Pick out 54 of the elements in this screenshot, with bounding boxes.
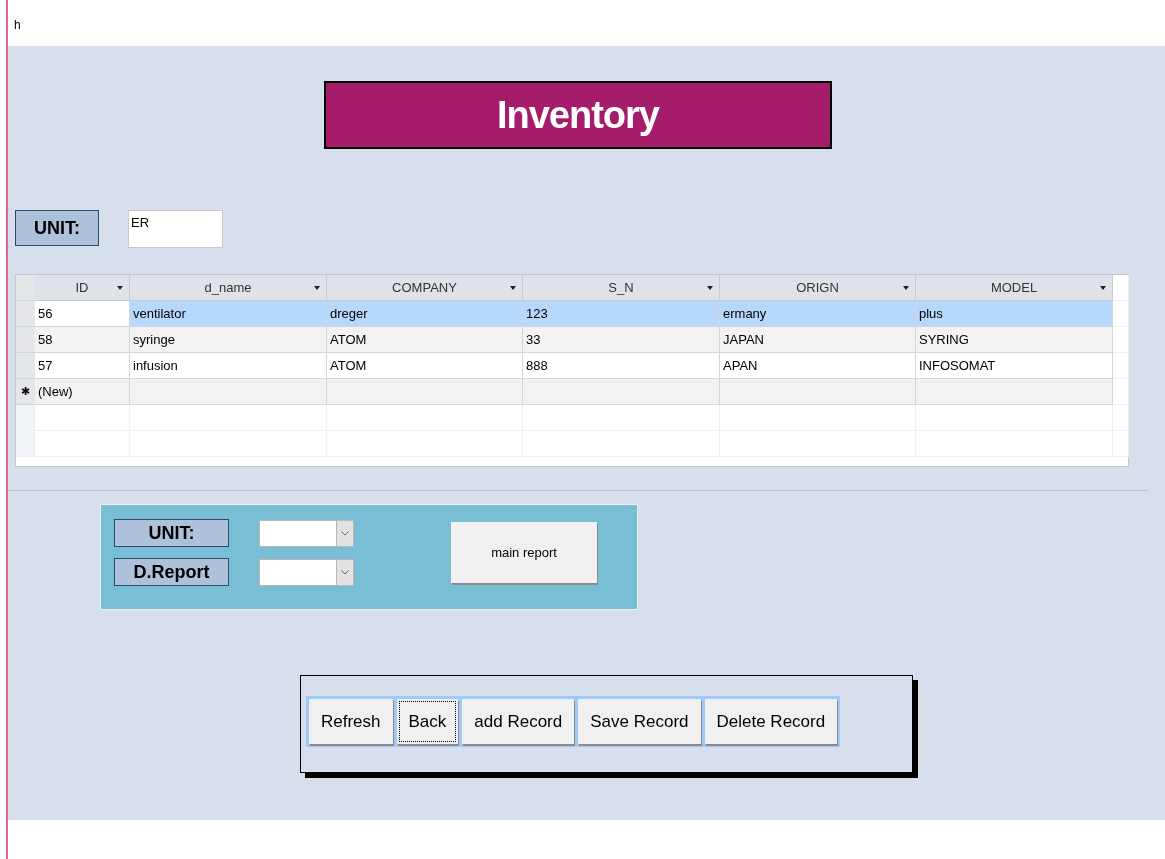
empty-cell	[1113, 327, 1129, 353]
empty-cell	[1113, 353, 1129, 379]
table-cell: APAN	[720, 353, 916, 379]
table-cell: 33	[523, 327, 720, 353]
report-label: UNIT:	[114, 519, 229, 547]
action-button[interactable]: Save Record	[578, 699, 701, 744]
report-label: D.Report	[114, 558, 229, 586]
table-cell: 123	[523, 301, 720, 327]
table-cell: 888	[523, 353, 720, 379]
table-cell: 56	[35, 301, 130, 327]
table-cell: infusion	[130, 353, 327, 379]
column-header[interactable]: ID	[35, 275, 130, 301]
empty-cell	[1113, 301, 1129, 327]
column-header[interactable]: ORIGN	[720, 275, 916, 301]
column-header[interactable]: d_name	[130, 275, 327, 301]
form-title: Inventory	[324, 81, 832, 149]
table-cell: dreger	[327, 301, 523, 327]
table-cell: ventilator	[130, 301, 327, 327]
unit-label: UNIT:	[15, 210, 99, 246]
table-cell: INFOSOMAT	[916, 353, 1113, 379]
empty-cell	[1113, 275, 1129, 301]
dropdown-arrow-icon[interactable]	[314, 286, 320, 290]
table-cell: 58	[35, 327, 130, 353]
new-row-cell: (New)	[35, 379, 130, 405]
dropdown-arrow-icon[interactable]	[707, 286, 713, 290]
chevron-down-icon[interactable]	[341, 530, 349, 536]
empty-cell	[1113, 405, 1129, 431]
top-text: h	[14, 18, 21, 32]
chevron-down-icon[interactable]	[341, 569, 349, 575]
table-cell: ermany	[720, 301, 916, 327]
action-button[interactable]: Back	[396, 699, 459, 744]
new-row-marker: ✱	[16, 379, 35, 405]
empty-cell	[1113, 431, 1129, 457]
column-header[interactable]: MODEL	[916, 275, 1113, 301]
table-cell: plus	[916, 301, 1113, 327]
table-cell: JAPAN	[720, 327, 916, 353]
action-button[interactable]: Refresh	[309, 699, 393, 744]
column-header[interactable]: COMPANY	[327, 275, 523, 301]
action-button[interactable]: Delete Record	[704, 699, 838, 744]
action-button[interactable]: add Record	[462, 699, 575, 744]
table-cell: ATOM	[327, 327, 523, 353]
dropdown-arrow-icon[interactable]	[903, 286, 909, 290]
main-report-button[interactable]: main report	[451, 522, 597, 583]
table-cell: 57	[35, 353, 130, 379]
unit-field[interactable]: ER	[128, 210, 223, 248]
dropdown-arrow-icon[interactable]	[510, 286, 516, 290]
dropdown-arrow-icon[interactable]	[1100, 286, 1106, 290]
dropdown-arrow-icon[interactable]	[117, 286, 123, 290]
empty-cell	[1113, 379, 1129, 405]
table-cell: ATOM	[327, 353, 523, 379]
column-header[interactable]: S_N	[523, 275, 720, 301]
table-cell: SYRING	[916, 327, 1113, 353]
header-corner	[16, 275, 35, 301]
table-cell: syringe	[130, 327, 327, 353]
